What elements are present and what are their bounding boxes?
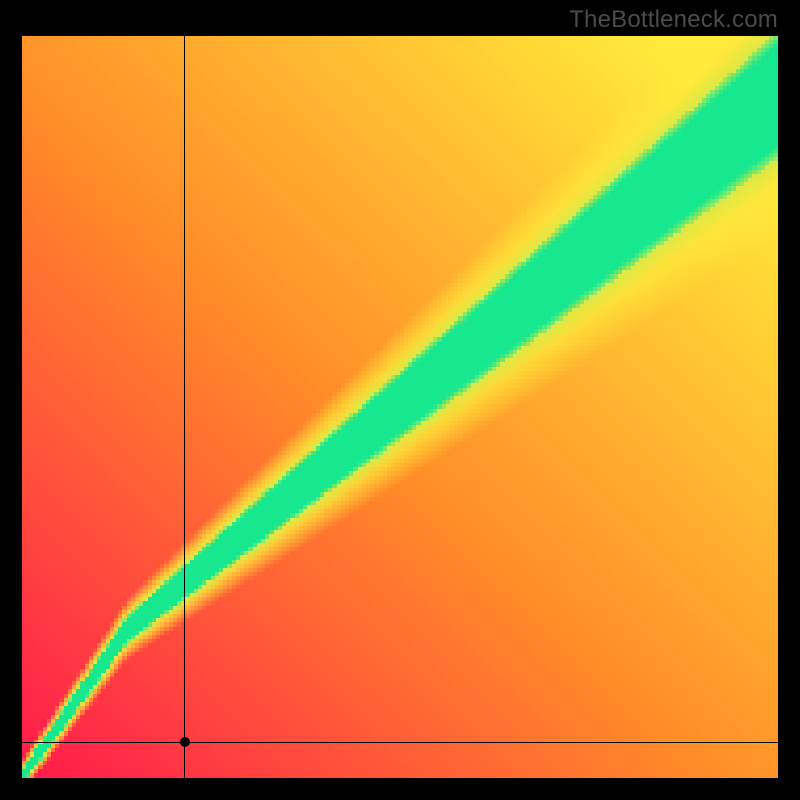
crosshair-horizontal [22,742,778,743]
chart-frame: TheBottleneck.com [0,0,800,800]
watermark-text: TheBottleneck.com [569,6,778,34]
plot-area [22,36,778,778]
crosshair-vertical [184,36,185,778]
crosshair-dot [180,737,190,747]
heatmap-canvas [22,36,778,778]
